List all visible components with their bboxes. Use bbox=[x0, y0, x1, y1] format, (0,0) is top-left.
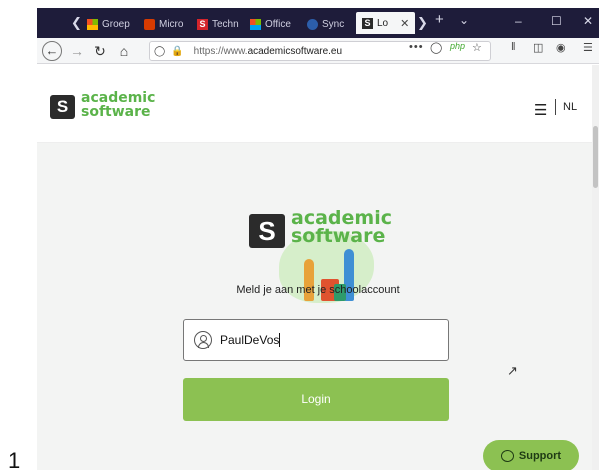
browser-window: ❮ Groep Micro S Techn Office Sync S Lo ✕… bbox=[37, 8, 599, 470]
microsoft-icon bbox=[250, 18, 261, 30]
hero-logo-mark: S bbox=[249, 214, 285, 248]
scrollbar-thumb[interactable] bbox=[593, 126, 598, 188]
home-icon[interactable]: ⌂ bbox=[115, 42, 133, 60]
library-icon[interactable]: ‖ bbox=[511, 41, 516, 53]
pocket-icon[interactable]: ◯ bbox=[430, 41, 442, 54]
tab-label: Micro bbox=[159, 18, 184, 30]
php-extension-icon[interactable]: php bbox=[450, 41, 465, 51]
tab-4[interactable]: Office bbox=[250, 14, 291, 34]
lock-icon: 🔒 bbox=[171, 45, 184, 57]
login-prompt: Meld je aan met je schoolaccount bbox=[236, 284, 400, 296]
sidebar-icon[interactable]: ◫ bbox=[533, 41, 543, 54]
user-icon bbox=[194, 331, 212, 349]
tab-label: Office bbox=[265, 18, 291, 30]
main-content: S academic software Meld je aan met je s… bbox=[37, 143, 599, 470]
divider bbox=[555, 99, 556, 115]
account-icon[interactable]: ◉ bbox=[556, 41, 566, 54]
tab-label: Lo bbox=[377, 17, 389, 29]
tab-scroll-right-icon[interactable]: ❯ bbox=[417, 15, 428, 31]
tab-2[interactable]: Micro bbox=[144, 14, 183, 34]
tab-3[interactable]: S Techn bbox=[197, 14, 239, 34]
tab-strip: ❮ Groep Micro S Techn Office Sync S Lo ✕… bbox=[37, 8, 599, 38]
hero-logo-text: academic software bbox=[291, 209, 392, 247]
hero-line-2: software bbox=[291, 225, 386, 247]
logo-mark[interactable]: S bbox=[50, 95, 75, 119]
new-tab-icon[interactable]: + bbox=[435, 11, 444, 28]
logo-text[interactable]: academic software bbox=[81, 91, 155, 119]
login-button[interactable]: Login bbox=[183, 378, 449, 421]
menu-icon[interactable]: ☰ bbox=[583, 41, 593, 54]
username-field[interactable]: PaulDeVos bbox=[183, 319, 449, 361]
reload-icon[interactable]: ↻ bbox=[91, 42, 109, 60]
more-actions-icon[interactable]: ••• bbox=[409, 41, 424, 53]
mouse-cursor-icon: ↗ bbox=[507, 363, 518, 378]
bookmark-star-icon[interactable]: ☆ bbox=[472, 41, 482, 54]
forward-arrow-icon[interactable]: → bbox=[68, 42, 86, 60]
site-header: S academic software ☰ NL bbox=[37, 65, 599, 143]
username-value: PaulDeVos bbox=[220, 332, 281, 348]
office-icon bbox=[144, 18, 155, 30]
nav-bar: ← → ↻ ⌂ ◯ 🔒 https://www.academicsoftware… bbox=[37, 38, 599, 64]
chevron-down-icon[interactable]: ⌄ bbox=[459, 13, 469, 27]
hamburger-menu-icon[interactable]: ☰ bbox=[534, 101, 547, 119]
url-text: https://www.academicsoftware.eu bbox=[193, 45, 343, 57]
language-switch[interactable]: NL bbox=[563, 101, 577, 113]
tab-6-active[interactable]: S Lo ✕ bbox=[356, 12, 416, 34]
tab-label: Techn bbox=[212, 18, 239, 30]
sync-icon bbox=[307, 18, 318, 30]
maximize-icon[interactable]: ☐ bbox=[551, 14, 562, 28]
text-caret bbox=[279, 333, 281, 348]
academicsoftware-icon: S bbox=[197, 18, 208, 30]
logo-line-2: software bbox=[81, 104, 151, 120]
close-icon[interactable]: ✕ bbox=[400, 17, 409, 30]
tab-label: Sync bbox=[322, 18, 345, 30]
tab-1[interactable]: Groep bbox=[87, 14, 130, 34]
teams-icon bbox=[87, 18, 98, 30]
minimize-icon[interactable]: – bbox=[515, 14, 522, 28]
academicsoftware-icon: S bbox=[362, 17, 373, 29]
window-close-icon[interactable]: ✕ bbox=[583, 14, 593, 28]
left-gutter: 1 bbox=[0, 0, 37, 473]
tab-label: Groep bbox=[102, 18, 130, 30]
support-button[interactable]: Support bbox=[483, 440, 579, 470]
back-arrow-icon[interactable]: ← bbox=[42, 41, 62, 61]
shield-icon: ◯ bbox=[154, 45, 166, 57]
logo-line-1: academic bbox=[81, 90, 156, 106]
page-number: 1 bbox=[8, 448, 21, 473]
tab-5[interactable]: Sync bbox=[307, 14, 344, 34]
tab-scroll-left-icon[interactable]: ❮ bbox=[71, 15, 82, 31]
support-label: Support bbox=[518, 450, 562, 462]
chat-bubble-icon bbox=[500, 450, 514, 462]
